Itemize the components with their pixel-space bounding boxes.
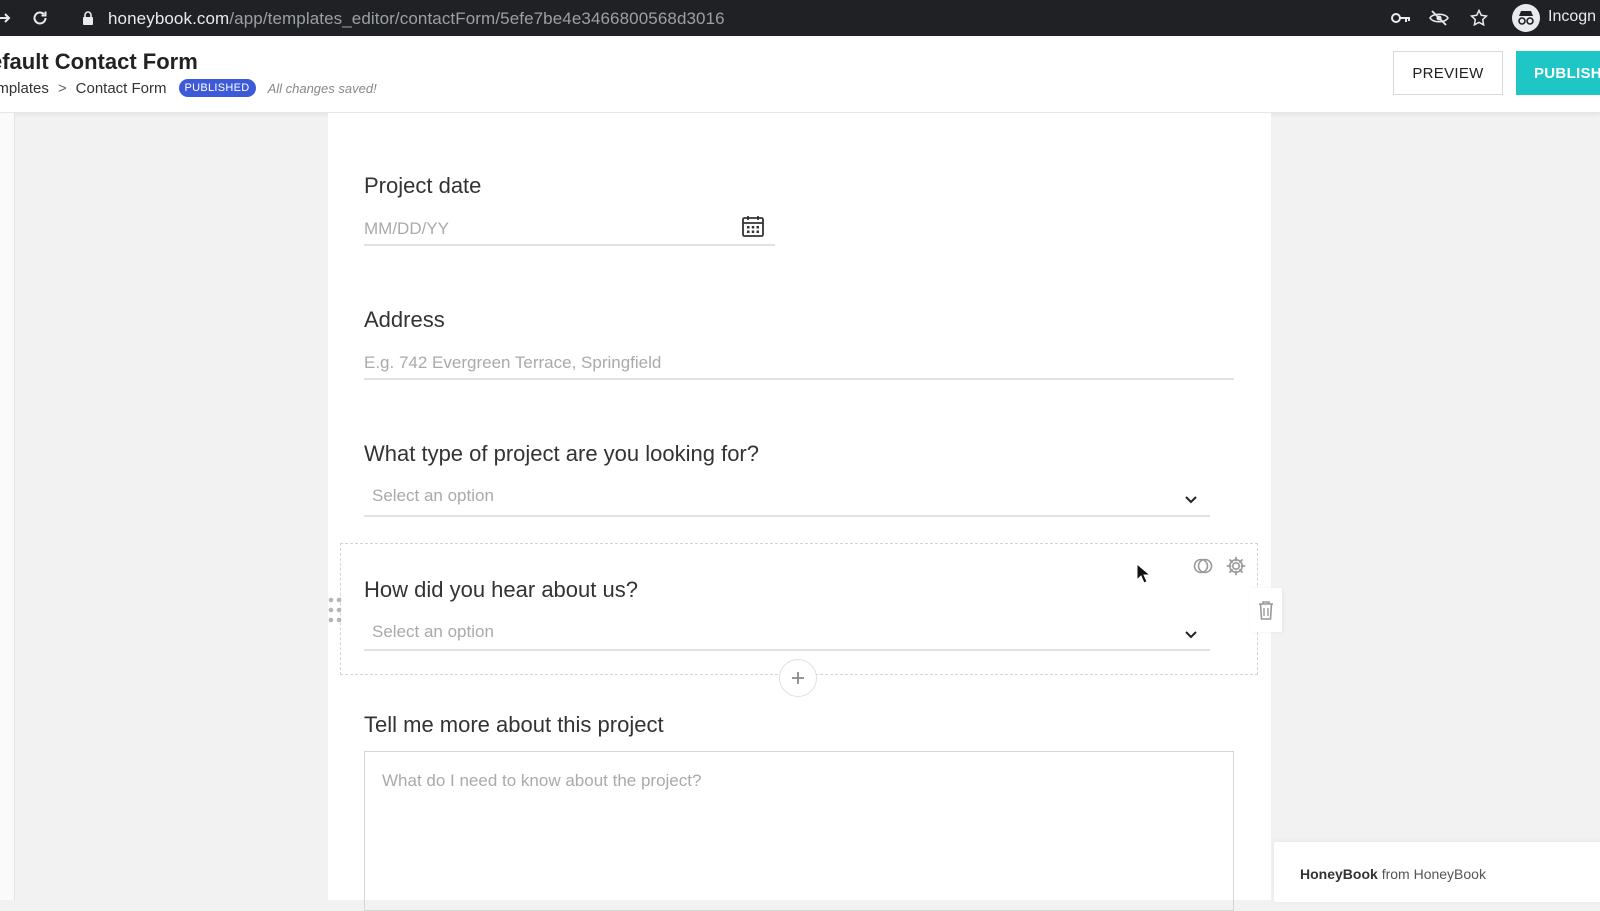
- profile-label[interactable]: Incogn: [1548, 8, 1596, 26]
- chevron-down-icon[interactable]: [1183, 626, 1199, 642]
- address-underline: [364, 378, 1234, 380]
- preview-button[interactable]: PREVIEW: [1393, 51, 1503, 95]
- breadcrumb-separator: >: [57, 79, 67, 97]
- address-bar[interactable]: honeybook.com/app/templates_editor/conta…: [68, 3, 1348, 33]
- field-label-project-type: What type of project are you looking for…: [364, 441, 759, 466]
- add-field-button[interactable]: [779, 659, 817, 697]
- gear-icon[interactable]: [1225, 555, 1247, 577]
- field-label-address: Address: [364, 307, 445, 332]
- url-path: /app/templates_editor/contactForm/5efe7b…: [229, 9, 725, 28]
- chevron-down-icon[interactable]: [1183, 491, 1199, 507]
- status-badge: PUBLISHED: [178, 79, 256, 97]
- url-host: honeybook.com: [108, 9, 230, 28]
- mouse-cursor-icon: [1136, 562, 1152, 585]
- footer-text: HoneyBook from HoneyBook: [1300, 866, 1486, 882]
- selected-field-container[interactable]: [340, 543, 1258, 675]
- editor-header: efault Contact Form emplates > Contact F…: [0, 36, 1600, 113]
- project-type-select[interactable]: Select an option: [372, 486, 494, 506]
- browser-toolbar: honeybook.com/app/templates_editor/conta…: [0, 0, 1600, 36]
- footer-brand: HoneyBook: [1300, 866, 1378, 882]
- url-text: honeybook.com/app/templates_editor/conta…: [108, 9, 725, 29]
- key-icon[interactable]: [1390, 7, 1412, 29]
- calendar-icon[interactable]: [741, 214, 765, 238]
- drag-handle-icon[interactable]: [320, 588, 350, 632]
- page-title: efault Contact Form: [0, 49, 198, 74]
- footer-suffix: from HoneyBook: [1381, 866, 1486, 882]
- referral-source-underline: [364, 649, 1210, 651]
- plus-icon: [792, 672, 804, 684]
- project-type-underline: [364, 515, 1210, 517]
- breadcrumb-templates-link[interactable]: emplates: [0, 80, 49, 97]
- footer-brand-card: HoneyBook from HoneyBook: [1274, 842, 1600, 902]
- field-label-project-details: Tell me more about this project: [364, 712, 664, 737]
- trash-icon[interactable]: [1250, 588, 1282, 632]
- breadcrumb: emplates > Contact Form PUBLISHED All ch…: [0, 79, 377, 97]
- project-details-textarea[interactable]: What do I need to know about the project…: [364, 751, 1234, 911]
- left-panel: [0, 113, 15, 900]
- duplicate-icon[interactable]: [1192, 555, 1214, 577]
- textarea-placeholder: What do I need to know about the project…: [382, 771, 702, 790]
- breadcrumb-current: Contact Form: [75, 79, 167, 97]
- reload-icon[interactable]: [28, 6, 52, 30]
- address-input[interactable]: E.g. 742 Evergreen Terrace, Springfield: [364, 353, 661, 373]
- publish-button[interactable]: PUBLISH: [1516, 51, 1600, 95]
- project-date-underline: [364, 244, 775, 246]
- lock-icon: [82, 11, 94, 30]
- eye-off-icon[interactable]: [1428, 7, 1450, 29]
- save-status: All changes saved!: [267, 80, 377, 96]
- field-label-project-date: Project date: [364, 173, 482, 198]
- project-date-input[interactable]: MM/DD/YY: [364, 219, 449, 239]
- incognito-icon[interactable]: [1512, 4, 1540, 32]
- referral-source-select[interactable]: Select an option: [372, 622, 494, 642]
- star-icon[interactable]: [1468, 7, 1490, 29]
- field-label-referral-source: How did you hear about us?: [364, 577, 638, 602]
- forward-icon[interactable]: [0, 6, 16, 30]
